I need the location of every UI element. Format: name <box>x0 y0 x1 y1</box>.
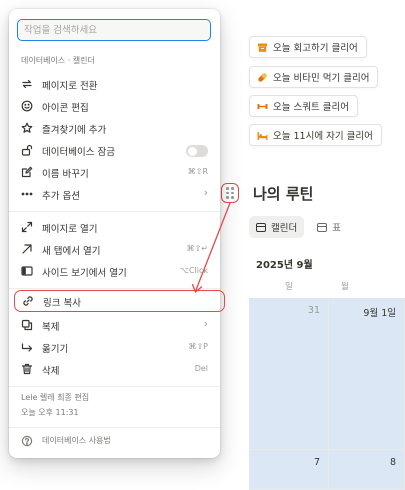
menu-item-label: 복제 <box>42 322 60 333</box>
day-number: 31 <box>307 305 320 316</box>
todo-label: 오늘 회고하기 클리어 <box>273 43 358 54</box>
pill-icon <box>257 72 268 83</box>
calendar-day[interactable]: 31 <box>249 298 329 450</box>
calendar-day[interactable]: 9월 1일 <box>329 298 405 450</box>
open-new-tab-item[interactable]: 새 탭에서 열기 ⌘⇧↵ <box>13 238 216 260</box>
todo-label: 오늘 스쿼트 클리어 <box>273 102 349 113</box>
weekday-label: 일 <box>285 282 293 292</box>
duplicate-item[interactable]: 복제 › <box>13 314 216 336</box>
calendar-month: 2025년 9월 <box>256 260 313 271</box>
database-context-menu: 데이터베이스 · 캘린더 페이지로 전환 아이콘 편집 즐겨찾기에 추가 데이터… <box>9 9 225 458</box>
lock-toggle[interactable] <box>186 145 208 157</box>
database-title[interactable]: 나의 루틴 <box>253 183 313 204</box>
shortcut-text: Del <box>194 364 208 373</box>
star-icon <box>21 122 33 133</box>
more-options-item[interactable]: 추가 옵션 › <box>13 183 216 205</box>
help-item[interactable]: 데이터베이스 사용법 <box>13 430 216 452</box>
divider <box>9 386 220 387</box>
dumbbell-icon <box>257 101 268 112</box>
expand-icon <box>21 221 33 233</box>
turn-into-page-item[interactable]: 페이지로 전환 <box>13 73 216 95</box>
divider <box>9 427 220 428</box>
day-number: 8 <box>389 457 396 468</box>
todo-label: 오늘 11시에 자기 클리어 <box>273 131 373 142</box>
shortcut-text: ⌘⇧R <box>187 167 208 176</box>
help-circle-icon <box>21 435 33 447</box>
menu-item-label: 데이터베이스 잠금 <box>42 147 115 158</box>
calendar-header: 일 월 <box>249 274 405 299</box>
shortcut-text: ⌥Click <box>179 266 208 275</box>
chevron-right-icon: › <box>203 186 208 199</box>
side-peek-icon <box>21 266 33 276</box>
duplicate-icon <box>21 319 33 331</box>
trash-icon <box>21 363 33 375</box>
tab-calendar-label: 캘린더 <box>271 223 298 234</box>
bed-icon <box>257 130 268 141</box>
menu-item-label: 삭제 <box>42 366 60 377</box>
box-icon <box>257 42 268 53</box>
table-icon <box>317 222 328 232</box>
calendar-day[interactable]: 8 <box>329 450 405 490</box>
arrow-up-right-icon <box>22 244 32 254</box>
weekday-label: 월 <box>341 282 349 292</box>
copy-link-item[interactable]: 링크 복사 <box>14 290 225 312</box>
smiley-icon <box>21 100 33 112</box>
todo-item[interactable]: 오늘 회고하기 클리어 <box>249 36 367 58</box>
calendar-day[interactable]: 7 <box>249 450 329 490</box>
divider <box>9 288 220 289</box>
todo-label: 오늘 비타민 먹기 클리어 <box>273 73 370 84</box>
day-number: 7 <box>313 457 320 468</box>
menu-item-label: 사이드 보기에서 열기 <box>42 268 127 279</box>
open-side-peek-item[interactable]: 사이드 보기에서 열기 ⌥Click <box>13 260 216 282</box>
menu-item-label: 링크 복사 <box>43 298 81 309</box>
todo-item[interactable]: 오늘 비타민 먹기 클리어 <box>249 66 379 88</box>
calendar: 일 월 31 9월 1일 7 8 <box>249 274 405 490</box>
move-arrow-icon <box>21 343 33 352</box>
edit-icon-item[interactable]: 아이콘 편집 <box>13 95 216 117</box>
more-horizontal-icon <box>21 192 33 196</box>
unlock-icon <box>21 144 33 156</box>
add-favorite-item[interactable]: 즐겨찾기에 추가 <box>13 117 216 139</box>
tab-table[interactable]: 표 <box>310 216 348 238</box>
move-to-item[interactable]: 옮기기 ⌘⇧P <box>13 336 216 358</box>
tab-table-label: 표 <box>332 223 341 234</box>
delete-item[interactable]: 삭제 Del <box>13 358 216 380</box>
day-number: 9월 1일 <box>363 308 396 319</box>
drag-handle-icon[interactable] <box>221 183 239 203</box>
link-icon <box>23 296 33 306</box>
shortcut-text: ⌘⇧P <box>188 342 208 351</box>
section-label: 데이터베이스 · 캘린더 <box>21 56 95 65</box>
shortcut-text: ⌘⇧↵ <box>186 244 208 253</box>
todo-item[interactable]: 오늘 스쿼트 클리어 <box>249 95 358 117</box>
chevron-right-icon: › <box>203 317 208 330</box>
arrows-turn-icon <box>22 79 32 89</box>
menu-item-label: 새 탭에서 열기 <box>42 246 101 257</box>
menu-item-label: 데이터베이스 사용법 <box>42 436 111 445</box>
menu-item-label: 옮기기 <box>42 344 69 355</box>
last-edited-time: 오늘 오후 11:31 <box>21 408 79 417</box>
calendar-icon <box>256 222 266 232</box>
edit-pencil-icon <box>21 166 33 178</box>
search-input[interactable] <box>17 19 211 41</box>
menu-item-label: 페이지로 열기 <box>42 224 98 235</box>
menu-item-label: 추가 옵션 <box>42 191 80 202</box>
divider <box>9 211 220 212</box>
todo-item[interactable]: 오늘 11시에 자기 클리어 <box>249 124 382 146</box>
tab-calendar[interactable]: 캘린더 <box>249 216 305 238</box>
open-as-page-item[interactable]: 페이지로 열기 <box>13 216 216 238</box>
lock-database-item[interactable]: 데이터베이스 잠금 <box>13 139 216 161</box>
view-tabs: 캘린더 표 <box>249 216 354 238</box>
menu-item-label: 아이콘 편집 <box>42 103 89 114</box>
last-edited-by: Lele 렐레 최종 편집 <box>21 393 90 402</box>
menu-item-label: 즐겨찾기에 추가 <box>42 125 107 136</box>
menu-item-label: 페이지로 전환 <box>42 81 98 92</box>
rename-item[interactable]: 이름 바꾸기 ⌘⇧R <box>13 161 216 183</box>
menu-item-label: 이름 바꾸기 <box>42 169 89 180</box>
